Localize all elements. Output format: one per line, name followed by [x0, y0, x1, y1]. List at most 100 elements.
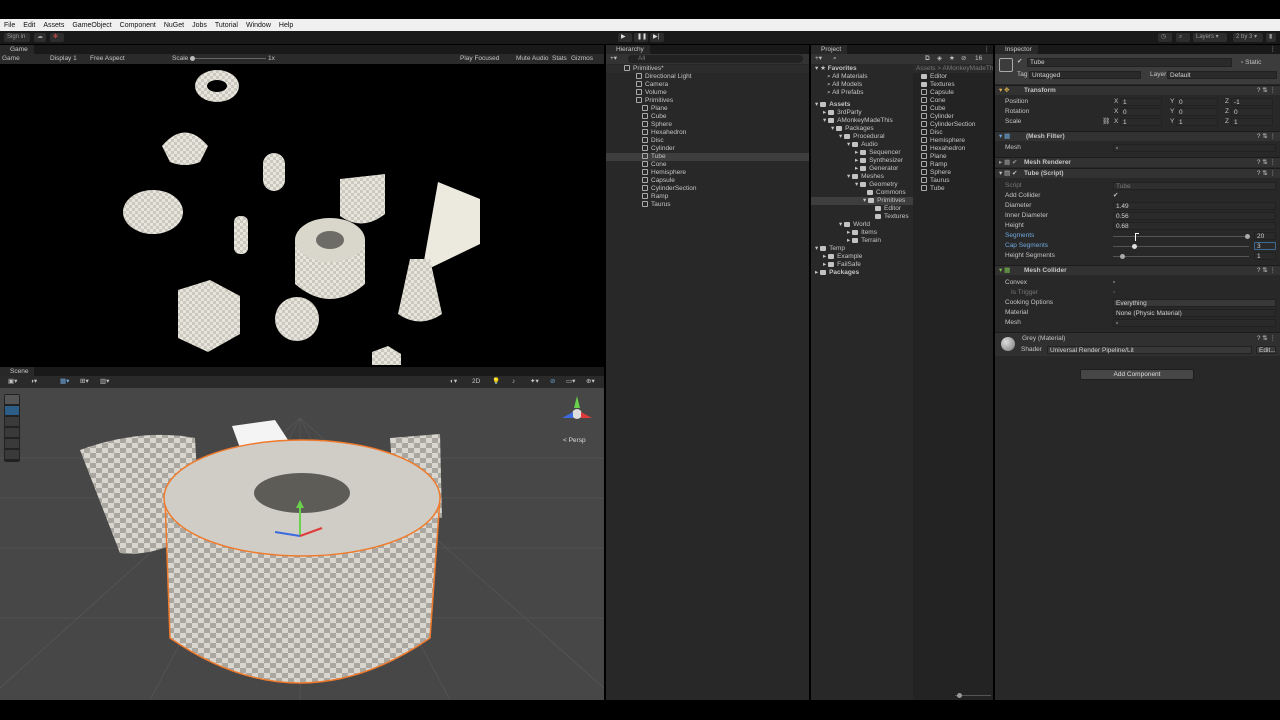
menu-assets[interactable]: Assets: [39, 19, 68, 31]
folder-item[interactable]: ▸ Terrain: [811, 237, 913, 245]
draw-mode-icon[interactable]: ▣▾: [8, 378, 17, 386]
sign-in-button[interactable]: Sign in: [4, 33, 30, 42]
search-icon[interactable]: ⌕: [1176, 33, 1190, 42]
folder-item[interactable]: Textures: [811, 213, 913, 221]
height-segments-field[interactable]: 1: [1254, 252, 1276, 260]
favorite-icon[interactable]: ★: [949, 55, 955, 63]
collider-mesh-field[interactable]: ▫: [1113, 319, 1276, 327]
folder-item-selected[interactable]: ▾ Primitives: [811, 197, 913, 205]
favorites-header[interactable]: ▾ ★ Favorites: [811, 65, 913, 73]
asset-item[interactable]: Hemisphere: [913, 137, 993, 145]
scale-slider-thumb[interactable]: [190, 56, 195, 61]
filter-type-icon[interactable]: ⧉: [925, 55, 930, 63]
play-focused-dropdown[interactable]: Play Focused: [460, 55, 499, 63]
active-checkbox[interactable]: ✔: [1017, 58, 1022, 66]
hierarchy-item[interactable]: Disc: [606, 137, 809, 145]
hierarchy-item[interactable]: Hexahedron: [606, 129, 809, 137]
history-icon[interactable]: ◷: [1158, 33, 1172, 42]
hierarchy-item[interactable]: Cone: [606, 161, 809, 169]
scale-x-field[interactable]: 1: [1120, 118, 1162, 126]
hierarchy-item[interactable]: Capsule: [606, 177, 809, 185]
asset-item[interactable]: Cube: [913, 105, 993, 113]
hierarchy-item[interactable]: Hemisphere: [606, 169, 809, 177]
folder-item[interactable]: ▾ Meshes: [811, 173, 913, 181]
constrain-proportions-icon[interactable]: ⛓: [1102, 118, 1110, 126]
layer-dropdown[interactable]: Default: [1167, 71, 1277, 79]
cooking-options-dropdown[interactable]: Everything: [1113, 299, 1276, 307]
scene-viewport[interactable]: [0, 388, 604, 700]
folder-item[interactable]: Commons: [811, 189, 913, 197]
component-menu-icon[interactable]: ? ⇅ ⋮: [1257, 170, 1276, 178]
tab-project[interactable]: Project: [811, 45, 848, 54]
segments-field[interactable]: 20: [1254, 232, 1276, 240]
folder-item[interactable]: ▾ Geometry: [811, 181, 913, 189]
hierarchy-item[interactable]: CylinderSection: [606, 185, 809, 193]
hierarchy-item-selected[interactable]: Tube: [606, 153, 809, 161]
hierarchy-item[interactable]: Cube: [606, 113, 809, 121]
increment-snap-icon[interactable]: ▥▾: [100, 378, 109, 386]
tab-game[interactable]: Game: [0, 45, 34, 54]
collab-icon[interactable]: ✻: [50, 33, 64, 42]
tube-script-header[interactable]: ▾ ▤ ✔ Tube (Script) ? ⇅ ⋮: [995, 168, 1280, 178]
shader-dropdown[interactable]: Universal Render Pipeline/Lit: [1047, 346, 1252, 354]
height-segments-slider[interactable]: [1113, 256, 1249, 257]
component-menu-icon[interactable]: ? ⇅ ⋮: [1257, 87, 1276, 95]
menu-tutorial[interactable]: Tutorial: [211, 19, 242, 31]
layers-dropdown[interactable]: Layers ▾: [1193, 33, 1227, 42]
layout-dropdown[interactable]: 2 by 3 ▾: [1233, 33, 1263, 42]
game-viewport[interactable]: [0, 64, 604, 365]
lighting-toggle-icon[interactable]: 💡: [492, 378, 500, 386]
menu-window[interactable]: Window: [242, 19, 275, 31]
asset-item[interactable]: Taurus: [913, 177, 993, 185]
scene-gizmos-icon[interactable]: ⊕▾: [586, 378, 595, 386]
menu-help[interactable]: Help: [275, 19, 297, 31]
shader-edit-button[interactable]: Edit...: [1256, 346, 1276, 354]
add-object-button[interactable]: +▾: [610, 55, 617, 63]
game-mode-dropdown[interactable]: Game: [2, 55, 20, 63]
folder-item[interactable]: ▸ FailSafe: [811, 261, 913, 269]
view-options-icon[interactable]: ◐▾: [450, 378, 457, 386]
asset-item[interactable]: Textures: [913, 81, 993, 89]
hierarchy-item[interactable]: Sphere: [606, 121, 809, 129]
transform-header[interactable]: ▾ ✥ Transform ? ⇅ ⋮: [995, 85, 1280, 95]
static-checkbox[interactable]: ▫ Static: [1241, 59, 1261, 67]
filter-label-icon[interactable]: ◈: [937, 55, 942, 63]
menu-nuget[interactable]: NuGet: [160, 19, 188, 31]
asset-item[interactable]: Capsule: [913, 89, 993, 97]
asset-item[interactable]: Editor: [913, 73, 993, 81]
asset-item[interactable]: Hexahedron: [913, 145, 993, 153]
gizmos-dropdown[interactable]: Gizmos: [571, 55, 593, 63]
asset-item[interactable]: Tube: [913, 185, 993, 193]
pause-button[interactable]: ❚❚: [634, 33, 648, 42]
icon-size-slider-thumb[interactable]: [957, 693, 962, 698]
hierarchy-search-input[interactable]: All: [628, 55, 803, 63]
cloud-icon[interactable]: ☁: [34, 33, 46, 42]
position-y-field[interactable]: 0: [1176, 98, 1218, 106]
toggle-2d-button[interactable]: 2D: [472, 378, 480, 386]
display-dropdown[interactable]: Display 1: [50, 55, 77, 63]
inner-diameter-field[interactable]: 0.56: [1113, 212, 1276, 220]
position-x-field[interactable]: 1: [1120, 98, 1162, 106]
component-menu-icon[interactable]: ? ⇅ ⋮: [1257, 133, 1276, 141]
create-asset-button[interactable]: +▾: [815, 55, 822, 63]
mesh-filter-header[interactable]: ▾ ▦ (Mesh Filter) ? ⇅ ⋮: [995, 131, 1280, 141]
snap-icon[interactable]: ⊞▾: [80, 378, 89, 386]
stats-toggle[interactable]: Stats: [552, 55, 567, 63]
mesh-object-field[interactable]: ▫: [1113, 144, 1276, 152]
hierarchy-item[interactable]: Taurus: [606, 201, 809, 209]
scale-y-field[interactable]: 1: [1176, 118, 1218, 126]
tab-inspector[interactable]: Inspector: [995, 45, 1038, 54]
folder-item[interactable]: ▸ Sequencer: [811, 149, 913, 157]
segments-slider-thumb[interactable]: [1245, 234, 1250, 239]
asset-item[interactable]: Plane: [913, 153, 993, 161]
folder-item[interactable]: ▾ Temp: [811, 245, 913, 253]
diameter-field[interactable]: 1.49: [1113, 202, 1276, 210]
hierarchy-item[interactable]: Cylinder: [606, 145, 809, 153]
component-menu-icon[interactable]: ? ⇅ ⋮: [1257, 267, 1276, 275]
asset-item[interactable]: CylinderSection: [913, 121, 993, 129]
material-menu-icon[interactable]: ? ⇅ ⋮: [1257, 335, 1276, 343]
folder-item[interactable]: Editor: [811, 205, 913, 213]
height-field[interactable]: 0.68: [1113, 222, 1276, 230]
camera-settings-icon[interactable]: ▭▾: [566, 378, 575, 386]
hierarchy-item[interactable]: Directional Light: [606, 73, 809, 81]
